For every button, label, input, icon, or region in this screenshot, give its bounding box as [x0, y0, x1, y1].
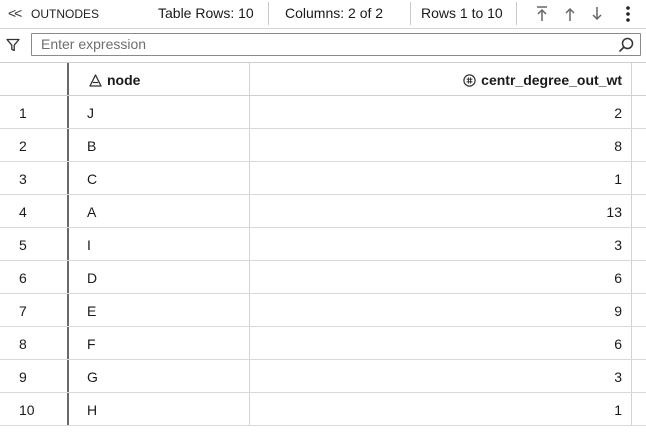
- row-number-header: [0, 63, 69, 95]
- table-row[interactable]: 8 F 6: [0, 327, 646, 360]
- row-number-cell: 10: [0, 393, 69, 425]
- node-cell[interactable]: A: [69, 195, 250, 227]
- table-row[interactable]: 1 J 2: [0, 96, 646, 129]
- value-cell[interactable]: 1: [250, 393, 632, 425]
- search-icon[interactable]: [618, 37, 634, 53]
- row-number-cell: 4: [0, 195, 69, 227]
- column-header-label: centr_degree_out_wt: [481, 72, 622, 88]
- row-number-cell: 5: [0, 228, 69, 260]
- value-cell[interactable]: 3: [250, 360, 632, 392]
- previous-row-icon[interactable]: [562, 4, 578, 24]
- expression-field[interactable]: [31, 33, 641, 56]
- toolbar-divider: [516, 2, 517, 25]
- table-row[interactable]: 6 D 6: [0, 261, 646, 294]
- value-cell[interactable]: 1: [250, 162, 632, 194]
- data-table: node centr_degree_out_wt 1 J 2 2 B 8 3 C…: [0, 63, 646, 426]
- table-row[interactable]: 2 B 8: [0, 129, 646, 162]
- value-cell[interactable]: 8: [250, 129, 632, 161]
- toolbar-divider: [410, 2, 411, 25]
- row-number-cell: 3: [0, 162, 69, 194]
- expression-input[interactable]: [32, 34, 611, 54]
- table-row[interactable]: 4 A 13: [0, 195, 646, 228]
- more-options-icon[interactable]: [620, 4, 636, 24]
- filter-icon[interactable]: [6, 38, 20, 52]
- table-toolbar: << OUTNODES Table Rows: 10 Columns: 2 of…: [0, 0, 646, 29]
- table-row[interactable]: 10 H 1: [0, 393, 646, 426]
- row-number-cell: 9: [0, 360, 69, 392]
- numeric-type-icon: [463, 73, 476, 87]
- row-number-cell: 7: [0, 294, 69, 326]
- next-row-icon[interactable]: [589, 4, 605, 24]
- table-name: OUTNODES: [31, 7, 100, 21]
- table-row[interactable]: 5 I 3: [0, 228, 646, 261]
- row-number-cell: 6: [0, 261, 69, 293]
- column-header-centr-degree-out-wt[interactable]: centr_degree_out_wt: [250, 63, 632, 95]
- node-cell[interactable]: D: [69, 261, 250, 293]
- table-rows-count: Table Rows: 10: [158, 5, 254, 21]
- toolbar-divider: [268, 2, 269, 25]
- column-header-label: node: [107, 72, 141, 88]
- table-row[interactable]: 3 C 1: [0, 162, 646, 195]
- table-row[interactable]: 9 G 3: [0, 360, 646, 393]
- node-cell[interactable]: B: [69, 129, 250, 161]
- row-number-cell: 1: [0, 96, 69, 128]
- column-header-node[interactable]: node: [69, 63, 250, 95]
- value-cell[interactable]: 13: [250, 195, 632, 227]
- columns-button[interactable]: Columns: 2 of 2: [285, 5, 383, 21]
- row-number-cell: 8: [0, 327, 69, 359]
- node-cell[interactable]: J: [69, 96, 250, 128]
- table-header: node centr_degree_out_wt: [0, 63, 646, 96]
- value-cell[interactable]: 6: [250, 261, 632, 293]
- first-row-icon[interactable]: [534, 4, 550, 24]
- value-cell[interactable]: 9: [250, 294, 632, 326]
- filter-bar: [0, 29, 646, 63]
- node-cell[interactable]: C: [69, 162, 250, 194]
- node-cell[interactable]: F: [69, 327, 250, 359]
- rows-range: Rows 1 to 10: [421, 5, 503, 21]
- node-cell[interactable]: G: [69, 360, 250, 392]
- character-type-icon: [89, 73, 102, 87]
- collapse-chevrons-icon[interactable]: <<: [8, 5, 22, 21]
- node-cell[interactable]: H: [69, 393, 250, 425]
- node-cell[interactable]: I: [69, 228, 250, 260]
- row-number-cell: 2: [0, 129, 69, 161]
- table-row[interactable]: 7 E 9: [0, 294, 646, 327]
- value-cell[interactable]: 2: [250, 96, 632, 128]
- value-cell[interactable]: 3: [250, 228, 632, 260]
- node-cell[interactable]: E: [69, 294, 250, 326]
- value-cell[interactable]: 6: [250, 327, 632, 359]
